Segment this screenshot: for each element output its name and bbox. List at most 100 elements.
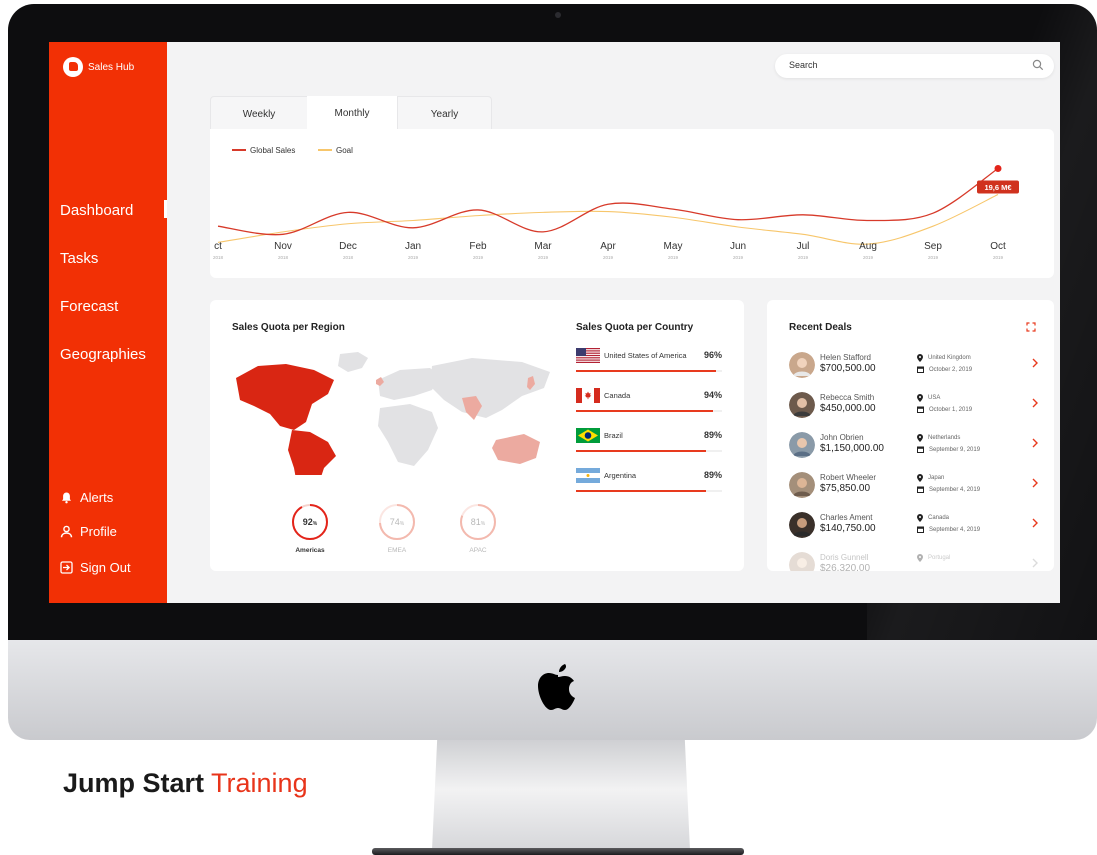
- chevron-right-icon[interactable]: [1031, 438, 1039, 448]
- deal-date: September 4, 2019: [917, 526, 980, 533]
- sidebar-item-forecast[interactable]: Forecast: [60, 298, 118, 315]
- country-bar-argentina: [576, 490, 706, 492]
- active-indicator: [164, 200, 167, 218]
- deal-row-helen-stafford[interactable]: Helen Stafford $700,500.00 United Kingdo…: [789, 352, 1039, 386]
- chevron-right-icon[interactable]: [1031, 398, 1039, 408]
- x-tick-year: 2018: [213, 255, 224, 260]
- x-tick-month: ct: [214, 241, 222, 252]
- sidebar-item-dashboard[interactable]: Dashboard: [60, 202, 133, 219]
- x-tick-year: 2018: [278, 255, 289, 260]
- deal-row-john-obrien[interactable]: John Obrien $1,150,000.00 Netherlands Se…: [789, 432, 1039, 466]
- x-tick-month: Apr: [600, 241, 616, 252]
- x-tick-year: 2018: [343, 255, 354, 260]
- goal-line: [217, 194, 999, 245]
- deal-location-text: Japan: [928, 475, 945, 481]
- deal-amount: $140,750.00: [820, 523, 876, 534]
- tab-weekly[interactable]: Weekly: [210, 96, 308, 130]
- calendar-icon: [917, 486, 924, 493]
- deal-row-doris-gunnell[interactable]: Doris Gunnell $26,320.00 Portugal: [789, 552, 1039, 571]
- calendar-icon: [917, 406, 924, 413]
- ring-unit-apac: %: [481, 521, 486, 527]
- ring-value-apac: 81: [471, 517, 481, 527]
- deal-date: October 2, 2019: [917, 366, 972, 373]
- brand-bold: Jump Start: [63, 768, 205, 798]
- country-name-brazil: Brazil: [604, 431, 623, 440]
- calendar-icon: [917, 526, 924, 533]
- sidebar-item-profile[interactable]: Profile: [60, 524, 117, 539]
- chevron-right-icon[interactable]: [1031, 358, 1039, 368]
- deal-row-robert-wheeler[interactable]: Robert Wheeler $75,850.00 Japan Septembe…: [789, 472, 1039, 506]
- x-tick-month: Feb: [469, 241, 487, 252]
- svg-text:74%: 74%: [390, 517, 405, 527]
- bell-icon: [62, 492, 71, 504]
- x-tick-year: 2019: [408, 255, 419, 260]
- country-bar-usa: [576, 370, 717, 372]
- deal-location-text: Netherlands: [928, 435, 961, 441]
- deal-location-text: USA: [928, 395, 941, 401]
- deal-name: Robert Wheeler: [820, 473, 877, 482]
- deal-location-text: Portugal: [928, 555, 951, 561]
- app-logo[interactable]: Sales Hub: [63, 57, 134, 77]
- sidebar-item-sign-out[interactable]: Sign Out: [60, 560, 131, 575]
- x-tick-month: Jul: [797, 241, 810, 252]
- last-value-point[interactable]: [994, 165, 1002, 172]
- sidebar: Sales Hub Dashboard Tasks Forecast Geogr…: [49, 42, 167, 603]
- canada-flag-icon: [576, 388, 600, 403]
- deal-date-text: September 4, 2019: [929, 486, 981, 493]
- stand-base: [372, 848, 744, 855]
- tab-yearly[interactable]: Yearly: [397, 96, 492, 130]
- chevron-right-icon[interactable]: [1031, 558, 1039, 568]
- apple-logo-icon: [538, 664, 575, 710]
- deal-date: September 9, 2019: [917, 446, 980, 453]
- deal-name: Doris Gunnell: [820, 553, 869, 562]
- deal-amount: $450,000.00: [820, 403, 876, 414]
- x-tick-month: Mar: [534, 241, 552, 252]
- x-tick-month: May: [664, 241, 683, 252]
- world-map: [236, 352, 550, 475]
- expand-icon[interactable]: [1026, 322, 1036, 332]
- user-icon: [60, 525, 73, 538]
- map-asia: [430, 358, 550, 418]
- sidebar-item-tasks[interactable]: Tasks: [60, 250, 98, 267]
- deal-date: September 4, 2019: [917, 486, 980, 493]
- map-australia: [492, 434, 540, 464]
- ring-value-emea: 74: [390, 517, 400, 527]
- country-row-usa: United States of America 96%: [576, 348, 722, 378]
- x-tick-year: 2019: [993, 255, 1004, 260]
- value-badge-label: 19,6 M€: [984, 183, 1012, 192]
- deal-row-charles-ament[interactable]: Charles Ament $140,750.00 Canada Septemb…: [789, 512, 1039, 546]
- search-bar: [775, 54, 1054, 78]
- sidebar-item-geographies[interactable]: Geographies: [60, 346, 146, 363]
- deal-date-text: September 4, 2019: [929, 526, 981, 533]
- search-icon[interactable]: [1032, 59, 1044, 71]
- x-tick-year: 2019: [863, 255, 874, 260]
- ring-label-emea: EMEA: [387, 547, 407, 554]
- chevron-right-icon[interactable]: [1031, 478, 1039, 488]
- deal-amount: $1,150,000.00: [820, 443, 884, 454]
- deal-location: Netherlands: [917, 434, 960, 442]
- region-quota-card: Sales Quota per Region 92% Americas 74% …: [210, 300, 744, 571]
- country-name-argentina: Argentina: [604, 471, 637, 480]
- location-pin-icon: [917, 434, 923, 442]
- deal-row-rebecca-smith[interactable]: Rebecca Smith $450,000.00 USA October 1,…: [789, 392, 1039, 426]
- search-input[interactable]: [787, 59, 1011, 71]
- avatar: [789, 432, 815, 458]
- chevron-right-icon[interactable]: [1031, 518, 1039, 528]
- sidebar-item-alerts[interactable]: Alerts: [60, 490, 113, 505]
- location-pin-icon: [917, 514, 923, 522]
- x-tick-month: Jan: [405, 241, 421, 252]
- deal-location: Portugal: [917, 554, 950, 562]
- recent-deals-card: Recent Deals Helen Stafford $700,500.00 …: [767, 300, 1054, 571]
- x-tick-year: 2019: [928, 255, 939, 260]
- deal-location: United Kingdom: [917, 354, 971, 362]
- tab-monthly[interactable]: Monthly: [307, 96, 397, 129]
- calendar-icon: [917, 366, 924, 373]
- deals-title: Recent Deals: [789, 322, 852, 333]
- svg-text:92%: 92%: [303, 517, 318, 527]
- deal-amount: $26,320.00: [820, 563, 871, 571]
- monitor-stand: [432, 740, 690, 850]
- x-tick-month: Dec: [339, 241, 357, 252]
- ring-apac: 81%: [460, 504, 496, 540]
- sales-chart-card: Global Sales Goal 19,6 M€ ct 2018 Nov 2018 De…: [210, 129, 1054, 278]
- x-tick-month: Aug: [859, 241, 877, 252]
